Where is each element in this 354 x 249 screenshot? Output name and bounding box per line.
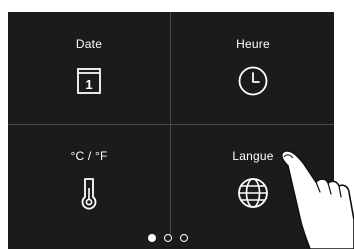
tile-temperature-unit[interactable]: °C / °F: [8, 124, 170, 234]
page-dot[interactable]: [180, 234, 188, 242]
calendar-icon: 1: [77, 68, 101, 94]
thermometer-icon: [81, 178, 97, 210]
tile-temperature-label: °C / °F: [70, 149, 108, 163]
tile-date[interactable]: Date 1: [8, 12, 170, 122]
page-dot-active[interactable]: [148, 234, 156, 242]
tile-date-label: Date: [75, 37, 103, 51]
page-dot[interactable]: [164, 234, 172, 242]
pointing-hand-icon: [280, 150, 354, 249]
page-indicator: [146, 234, 206, 244]
tile-time[interactable]: Heure: [172, 12, 334, 122]
calendar-day-number: 1: [85, 77, 92, 92]
tile-time-label: Heure: [236, 37, 270, 51]
globe-icon: [238, 178, 268, 208]
clock-icon: [238, 66, 268, 96]
